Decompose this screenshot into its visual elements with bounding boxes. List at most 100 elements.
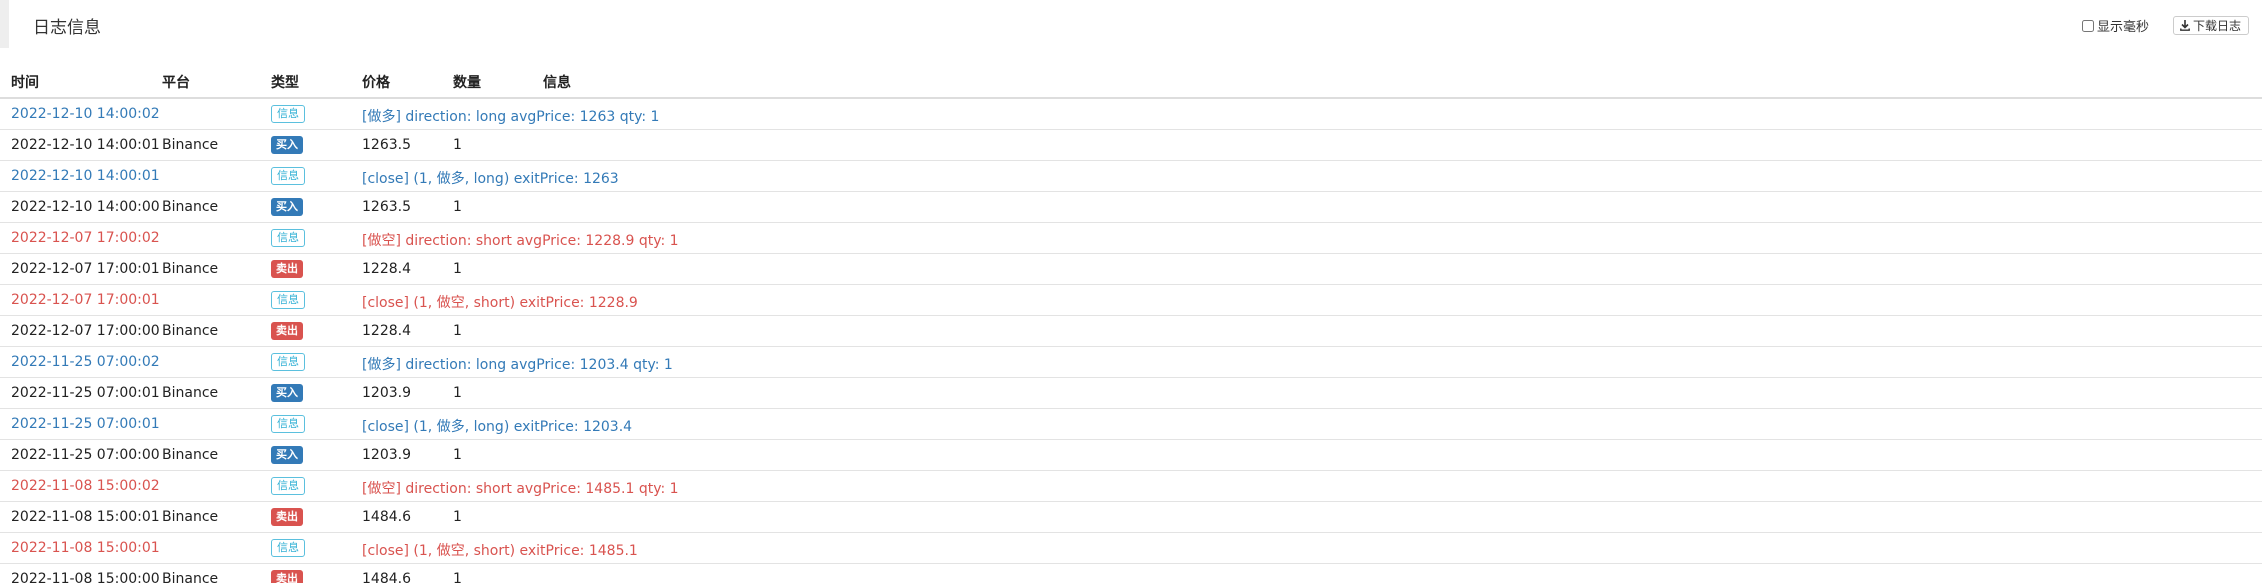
- log-time: 2022-12-07 17:00:00: [11, 323, 160, 339]
- info-badge: 信息: [271, 229, 305, 247]
- log-price: 1263.5: [362, 137, 411, 153]
- log-type-cell: 信息: [271, 167, 305, 185]
- log-type-cell: 卖出: [271, 508, 303, 526]
- info-badge: 信息: [271, 353, 305, 371]
- log-time: 2022-11-25 07:00:01: [11, 416, 160, 432]
- column-header-time: 时间: [11, 75, 39, 91]
- log-type-cell: 买入: [271, 384, 303, 402]
- buy-badge: 买入: [271, 136, 303, 154]
- log-qty: 1: [453, 323, 462, 339]
- log-time: 2022-11-25 07:00:01: [11, 385, 160, 401]
- log-price: 1203.9: [362, 447, 411, 463]
- column-header-price: 价格: [362, 75, 390, 91]
- column-header-platform: 平台: [162, 75, 190, 91]
- page-title: 日志信息: [33, 18, 101, 38]
- log-message: [close] (1, 做多, long) exitPrice: 1263: [362, 171, 619, 187]
- column-header-qty: 数量: [453, 75, 481, 91]
- log-row-info: 2022-11-08 15:00:01 信息 [close] (1, 做空, sho…: [0, 533, 2262, 564]
- log-row-info: 2022-12-07 17:00:01 信息 [close] (1, 做空, sho…: [0, 285, 2262, 316]
- log-time: 2022-11-08 15:00:02: [11, 478, 160, 494]
- log-row-trade: 2022-11-08 15:00:00 Binance 卖出 1484.6 1: [0, 564, 2262, 583]
- log-row-info: 2022-12-10 14:00:01 信息 [close] (1, 做多, lon…: [0, 161, 2262, 192]
- log-message: [做空] direction: short avgPrice: 1485.1 q…: [362, 481, 679, 497]
- log-price: 1228.4: [362, 323, 411, 339]
- buy-badge: 买入: [271, 446, 303, 464]
- info-badge: 信息: [271, 167, 305, 185]
- log-type-cell: 信息: [271, 415, 305, 433]
- log-type-cell: 信息: [271, 539, 305, 557]
- log-row-trade: 2022-12-07 17:00:01 Binance 卖出 1228.4 1: [0, 254, 2262, 285]
- show-milliseconds-toggle[interactable]: 显示毫秒: [2082, 16, 2149, 35]
- log-qty: 1: [453, 261, 462, 277]
- log-type-cell: 信息: [271, 105, 305, 123]
- log-type-cell: 信息: [271, 353, 305, 371]
- log-time: 2022-12-07 17:00:02: [11, 230, 160, 246]
- log-row-trade: 2022-11-25 07:00:01 Binance 买入 1203.9 1: [0, 378, 2262, 409]
- log-qty: 1: [453, 137, 462, 153]
- log-type-cell: 信息: [271, 291, 305, 309]
- log-time: 2022-12-10 14:00:00: [11, 199, 160, 215]
- log-qty: 1: [453, 571, 462, 583]
- column-header-type: 类型: [271, 75, 299, 91]
- log-platform: Binance: [162, 447, 219, 463]
- log-price: 1203.9: [362, 385, 411, 401]
- log-time: 2022-12-07 17:00:01: [11, 261, 160, 277]
- log-message: [做空] direction: short avgPrice: 1228.9 q…: [362, 233, 679, 249]
- log-time: 2022-12-10 14:00:02: [11, 106, 160, 122]
- sell-badge: 卖出: [271, 508, 303, 526]
- log-time: 2022-12-07 17:00:01: [11, 292, 160, 308]
- log-platform: Binance: [162, 323, 219, 339]
- log-type-cell: 信息: [271, 229, 305, 247]
- log-price: 1228.4: [362, 261, 411, 277]
- log-panel: 日志信息 显示毫秒 下载日志 时间 平台 类型 价格 数量 信息 2022-12…: [0, 0, 2262, 583]
- download-log-label: 下载日志: [2193, 19, 2242, 33]
- log-message: [close] (1, 做多, long) exitPrice: 1203.4: [362, 419, 633, 435]
- column-header-message: 信息: [543, 75, 571, 91]
- log-type-cell: 买入: [271, 446, 303, 464]
- panel-header: 日志信息 显示毫秒 下载日志: [0, 0, 2262, 48]
- sell-badge: 卖出: [271, 322, 303, 340]
- log-price: 1263.5: [362, 199, 411, 215]
- log-price: 1484.6: [362, 509, 411, 525]
- log-row-trade: 2022-12-10 14:00:00 Binance 买入 1263.5 1: [0, 192, 2262, 223]
- log-type-cell: 卖出: [271, 260, 303, 278]
- log-message: [做多] direction: long avgPrice: 1263 qty:…: [362, 109, 660, 125]
- log-platform: Binance: [162, 509, 219, 525]
- log-platform: Binance: [162, 199, 219, 215]
- sell-badge: 卖出: [271, 260, 303, 278]
- table-body: 2022-12-10 14:00:02 信息 [做多] direction: lon…: [0, 99, 2262, 583]
- info-badge: 信息: [271, 477, 305, 495]
- log-type-cell: 卖出: [271, 570, 303, 583]
- log-row-trade: 2022-11-25 07:00:00 Binance 买入 1203.9 1: [0, 440, 2262, 471]
- download-icon: [2180, 20, 2190, 31]
- log-qty: 1: [453, 385, 462, 401]
- log-table: 时间 平台 类型 价格 数量 信息 2022-12-10 14:00:02 信息 […: [0, 66, 2262, 583]
- log-row-info: 2022-11-25 07:00:01 信息 [close] (1, 做多, lon…: [0, 409, 2262, 440]
- buy-badge: 买入: [271, 384, 303, 402]
- log-row-info: 2022-12-10 14:00:02 信息 [做多] direction: lon…: [0, 99, 2262, 130]
- log-message: [做多] direction: long avgPrice: 1203.4 qt…: [362, 357, 673, 373]
- log-type-cell: 买入: [271, 198, 303, 216]
- log-platform: Binance: [162, 385, 219, 401]
- log-row-trade: 2022-12-10 14:00:01 Binance 买入 1263.5 1: [0, 130, 2262, 161]
- log-row-trade: 2022-12-07 17:00:00 Binance 卖出 1228.4 1: [0, 316, 2262, 347]
- log-platform: Binance: [162, 137, 219, 153]
- info-badge: 信息: [271, 105, 305, 123]
- log-row-info: 2022-11-25 07:00:02 信息 [做多] direction: lon…: [0, 347, 2262, 378]
- log-type-cell: 信息: [271, 477, 305, 495]
- log-platform: Binance: [162, 261, 219, 277]
- sell-badge: 卖出: [271, 570, 303, 583]
- log-time: 2022-12-10 14:00:01: [11, 137, 160, 153]
- log-row-trade: 2022-11-08 15:00:01 Binance 卖出 1484.6 1: [0, 502, 2262, 533]
- show-milliseconds-checkbox[interactable]: [2082, 19, 2094, 32]
- log-time: 2022-11-08 15:00:01: [11, 509, 160, 525]
- log-qty: 1: [453, 447, 462, 463]
- log-row-info: 2022-12-07 17:00:02 信息 [做空] direction: sho…: [0, 223, 2262, 254]
- log-qty: 1: [453, 199, 462, 215]
- log-message: [close] (1, 做空, short) exitPrice: 1228.9: [362, 295, 638, 311]
- buy-badge: 买入: [271, 198, 303, 216]
- log-platform: Binance: [162, 571, 219, 583]
- download-log-button[interactable]: 下载日志: [2173, 16, 2250, 35]
- log-type-cell: 卖出: [271, 322, 303, 340]
- log-time: 2022-11-08 15:00:01: [11, 540, 160, 556]
